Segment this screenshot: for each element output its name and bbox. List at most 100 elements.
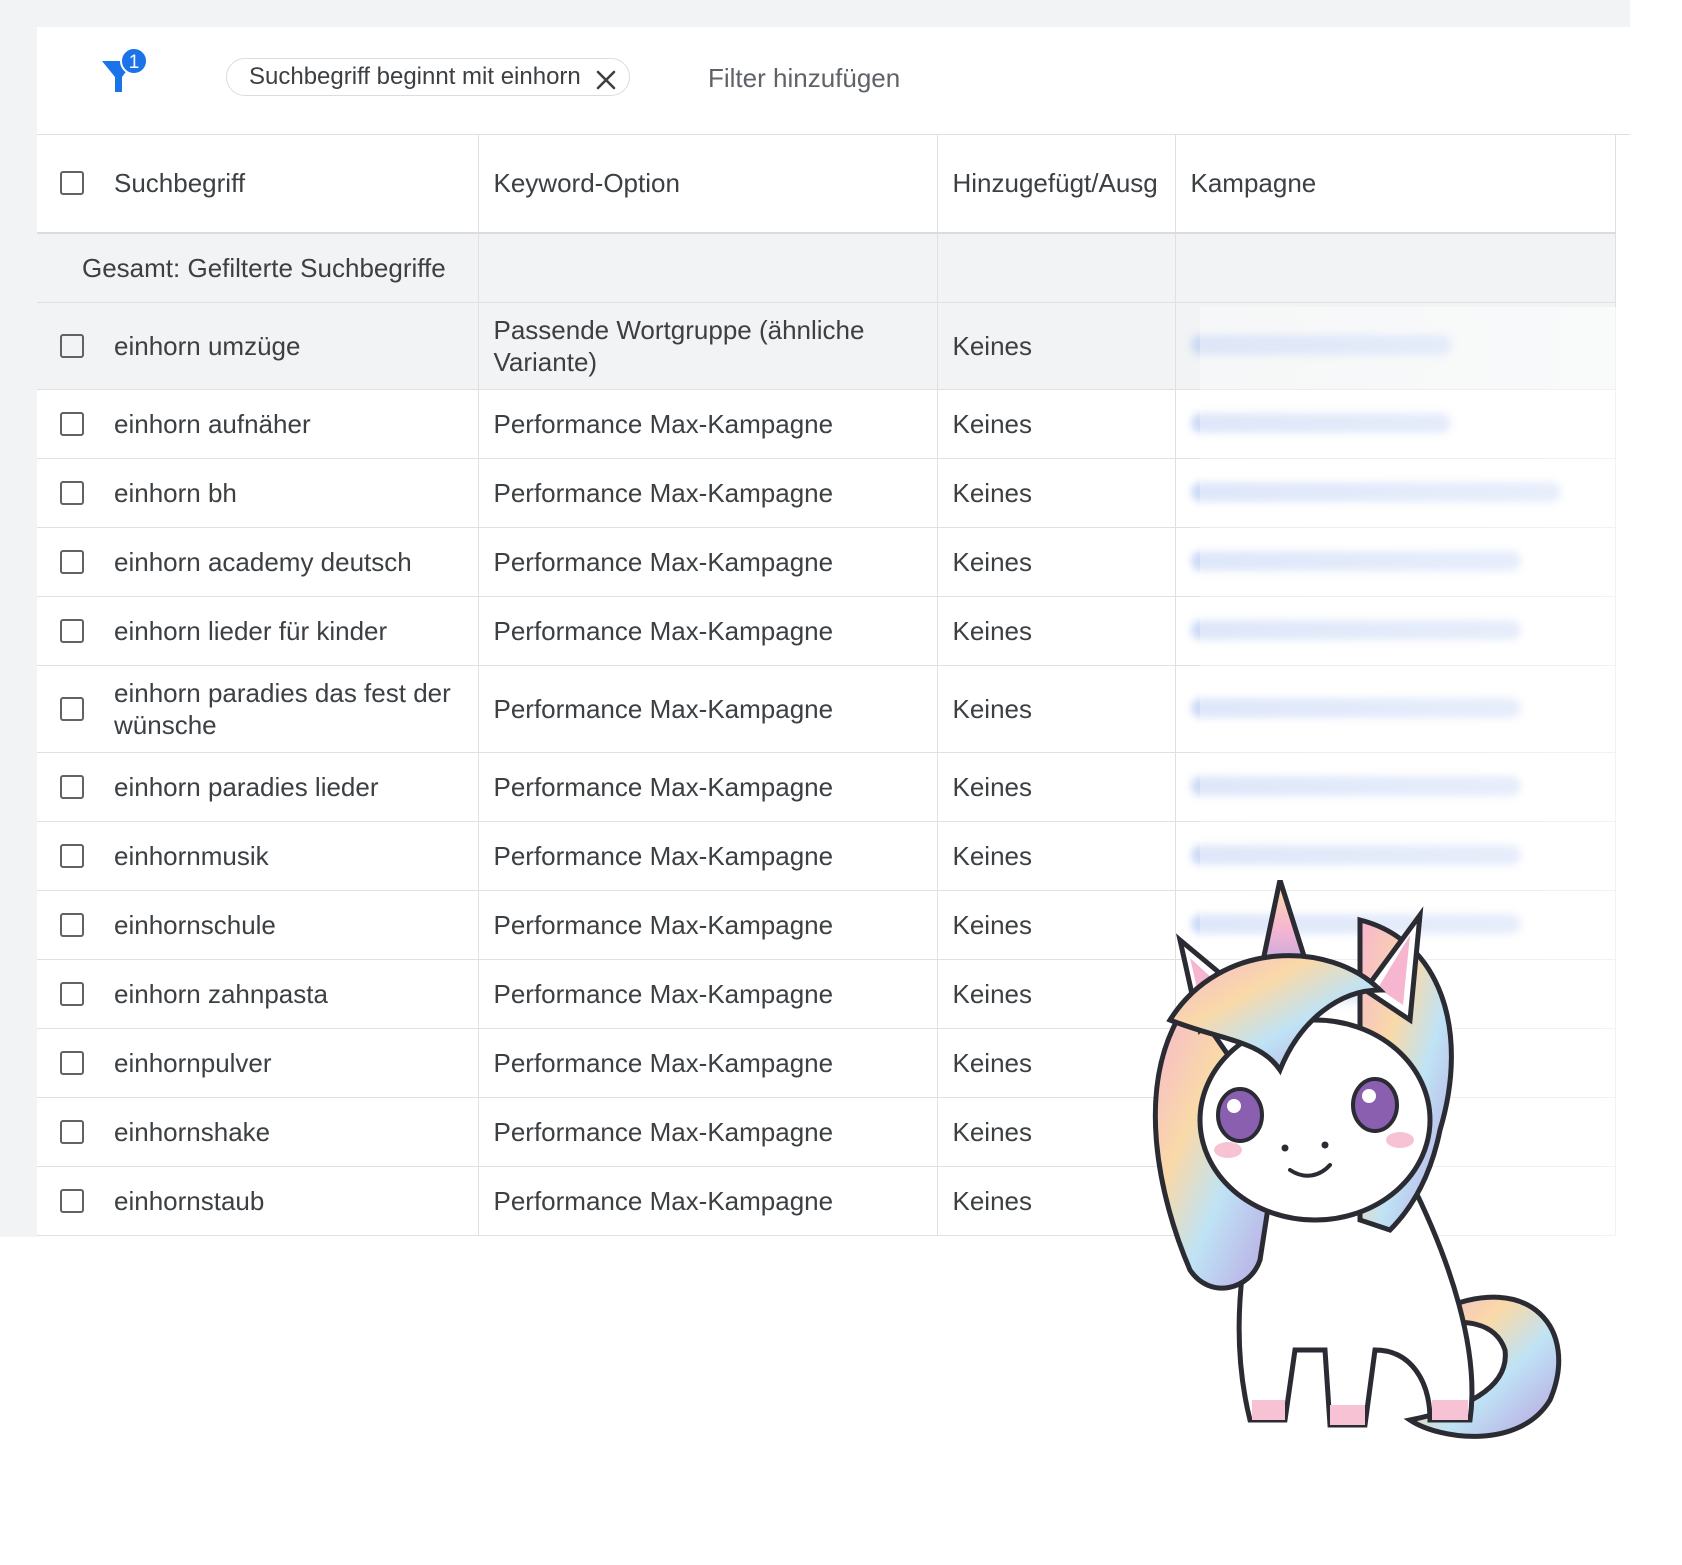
unicorn-illustration — [1152, 880, 1562, 1439]
row-checkbox[interactable] — [60, 1051, 84, 1075]
keyword-option-cell: Performance Max-Kampagne — [478, 1097, 938, 1167]
search-term-cell: einhorn lieder für kinder — [37, 596, 479, 666]
row-checkbox[interactable] — [60, 1120, 84, 1144]
row-checkbox[interactable] — [60, 619, 84, 643]
row-checkbox[interactable] — [60, 1189, 84, 1213]
keyword-option-cell: Performance Max-Kampagne — [478, 458, 938, 528]
campaign-cell[interactable] — [1175, 458, 1616, 528]
search-term: einhorn zahnpasta — [114, 979, 328, 1009]
row-checkbox[interactable] — [60, 913, 84, 937]
added-excluded-cell: Keines — [937, 752, 1176, 822]
column-header-campaign[interactable]: Kampagne — [1175, 134, 1616, 234]
row-checkbox[interactable] — [60, 844, 84, 868]
search-term: einhorn academy deutsch — [114, 547, 412, 577]
keyword-option-cell: Performance Max-Kampagne — [478, 665, 938, 753]
keyword-option-cell: Performance Max-Kampagne — [478, 1028, 938, 1098]
search-term-cell: einhornshake — [37, 1097, 479, 1167]
table-row[interactable]: einhorn paradies lieder Performance Max-K… — [37, 752, 1616, 822]
column-header-keyword-option[interactable]: Keyword-Option — [478, 134, 938, 234]
campaign-cell[interactable] — [1175, 389, 1616, 459]
search-term: einhornstaub — [114, 1186, 265, 1216]
table-row[interactable]: einhorn paradies das fest der wünsche Per… — [37, 665, 1616, 753]
select-all-checkbox[interactable] — [60, 171, 84, 195]
added-excluded-cell: Keines — [937, 302, 1176, 390]
search-term-cell: einhorn paradies das fest der wünsche — [37, 665, 479, 753]
close-icon[interactable] — [595, 66, 617, 90]
keyword-option-cell: Performance Max-Kampagne — [478, 959, 938, 1029]
keyword-option-cell: Performance Max-Kampagne — [478, 821, 938, 891]
search-term-cell: einhorn bh — [37, 458, 479, 528]
search-term: einhorn paradies lieder — [114, 772, 379, 802]
search-term-cell: einhorn academy deutsch — [37, 527, 479, 597]
search-term-cell: einhorn zahnpasta — [37, 959, 479, 1029]
added-excluded-cell: Keines — [937, 458, 1176, 528]
row-checkbox[interactable] — [60, 334, 84, 358]
column-header-search-term[interactable]: Suchbegriff — [37, 134, 479, 234]
column-header-added-excluded[interactable]: Hinzugefügt/Ausg — [937, 134, 1176, 234]
added-excluded-cell: Keines — [937, 665, 1176, 753]
table-row[interactable]: einhorn lieder für kinder Performance Max… — [37, 596, 1616, 666]
keyword-option-cell: Performance Max-Kampagne — [478, 752, 938, 822]
search-term: einhorn umzüge — [114, 331, 301, 361]
table-row[interactable]: einhorn umzüge Passende Wortgruppe (ähnli… — [37, 302, 1616, 390]
filter-chip[interactable]: Suchbegriff beginnt mit einhorn — [226, 58, 630, 96]
row-checkbox[interactable] — [60, 412, 84, 436]
added-excluded-cell: Keines — [937, 389, 1176, 459]
row-checkbox[interactable] — [60, 697, 84, 721]
campaign-name-redacted — [1190, 620, 1521, 640]
added-excluded-cell: Keines — [937, 527, 1176, 597]
campaign-cell[interactable] — [1175, 596, 1616, 666]
total-label: Gesamt: Gefilterte Suchbegriffe — [37, 233, 479, 303]
add-filter-button[interactable]: Filter hinzufügen — [708, 63, 900, 94]
keyword-option-cell: Performance Max-Kampagne — [478, 1166, 938, 1236]
row-checkbox[interactable] — [60, 982, 84, 1006]
row-checkbox[interactable] — [60, 550, 84, 574]
table-row[interactable]: einhorn aufnäher Performance Max-Kampagne… — [37, 389, 1616, 459]
keyword-option-cell: Performance Max-Kampagne — [478, 890, 938, 960]
added-excluded-cell: Keines — [937, 596, 1176, 666]
campaign-cell[interactable] — [1175, 302, 1616, 390]
search-term-cell: einhorn paradies lieder — [37, 752, 479, 822]
search-term: einhorn bh — [114, 478, 237, 508]
search-term-cell: einhornschule — [37, 890, 479, 960]
campaign-name-redacted — [1190, 413, 1451, 433]
total-cell — [937, 233, 1176, 303]
filter-icon[interactable]: 1 — [100, 47, 160, 107]
search-term-cell: einhornpulver — [37, 1028, 479, 1098]
table-header-row: Suchbegriff Keyword-Option Hinzugefügt/A… — [37, 134, 1616, 234]
campaign-cell[interactable] — [1175, 665, 1616, 753]
search-term: einhornshake — [114, 1117, 271, 1147]
total-row: Gesamt: Gefilterte Suchbegriffe — [37, 233, 1616, 303]
search-term-cell: einhorn umzüge — [37, 302, 479, 390]
table-row[interactable]: einhorn academy deutsch Performance Max-K… — [37, 527, 1616, 597]
campaign-cell[interactable] — [1175, 752, 1616, 822]
row-checkbox[interactable] — [60, 775, 84, 799]
filter-count-badge: 1 — [129, 52, 140, 73]
keyword-option-cell: Passende Wortgruppe (ähnliche Variante) — [478, 302, 938, 390]
search-term: einhorn paradies das fest der wünsche — [114, 678, 451, 740]
total-cell — [1175, 233, 1616, 303]
search-term-cell: einhorn aufnäher — [37, 389, 479, 459]
campaign-name-redacted — [1190, 845, 1521, 865]
campaign-name-redacted — [1190, 551, 1521, 571]
filter-bar: 1 Suchbegriff beginnt mit einhorn Filter… — [37, 27, 1630, 135]
search-term: einhornschule — [114, 910, 276, 940]
search-term: einhorn aufnäher — [114, 409, 311, 439]
search-term: einhornmusik — [114, 841, 269, 871]
keyword-option-cell: Performance Max-Kampagne — [478, 596, 938, 666]
search-term: einhorn lieder für kinder — [114, 616, 388, 646]
keyword-option-cell: Performance Max-Kampagne — [478, 389, 938, 459]
table-row[interactable]: einhorn bh Performance Max-Kampagne Keines — [37, 458, 1616, 528]
search-term-cell: einhornmusik — [37, 821, 479, 891]
campaign-name-redacted — [1190, 482, 1561, 502]
campaign-cell[interactable] — [1175, 527, 1616, 597]
search-term: einhornpulver — [114, 1048, 272, 1078]
campaign-name-redacted — [1190, 335, 1451, 355]
total-cell — [478, 233, 938, 303]
row-checkbox[interactable] — [60, 481, 84, 505]
search-term-cell: einhornstaub — [37, 1166, 479, 1236]
campaign-name-redacted — [1190, 698, 1521, 718]
campaign-name-redacted — [1190, 776, 1521, 796]
filter-chip-label: Suchbegriff beginnt mit einhorn — [249, 63, 581, 90]
keyword-option-cell: Performance Max-Kampagne — [478, 527, 938, 597]
